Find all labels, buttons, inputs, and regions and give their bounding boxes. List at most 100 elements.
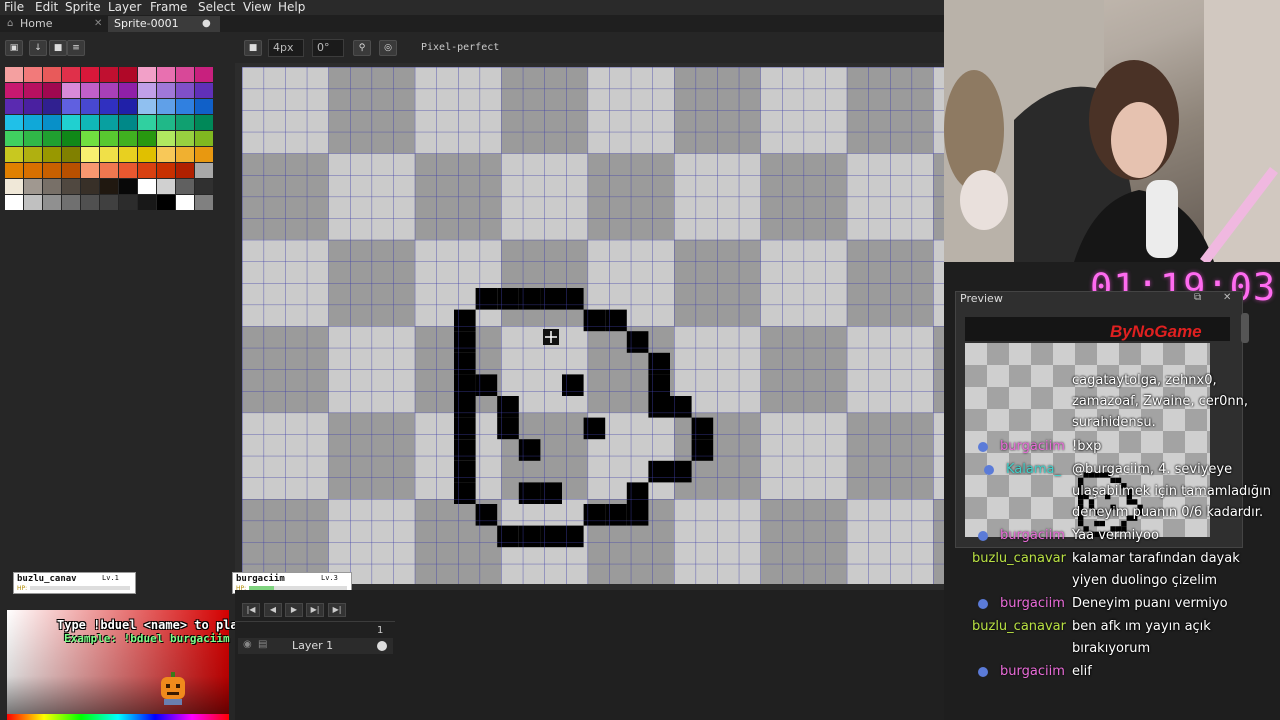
palette-swatch[interactable]	[138, 163, 156, 178]
menu-file[interactable]: File	[4, 0, 24, 15]
palette-swatch[interactable]	[138, 147, 156, 162]
maximize-icon[interactable]: ⧉	[1194, 292, 1201, 303]
pixel-perfect-icon[interactable]: ◎	[379, 40, 397, 56]
chat-username[interactable]: buzlu_canavar	[972, 551, 1066, 566]
palette-swatch[interactable]	[195, 83, 213, 98]
palette-swatch[interactable]	[119, 99, 137, 114]
frame-number[interactable]: 1	[377, 625, 383, 636]
prev-frame-icon[interactable]: ◀	[264, 603, 282, 617]
chat-username[interactable]: buzlu_canavar	[972, 619, 1066, 634]
palette-swatch[interactable]	[100, 67, 118, 82]
palette-swatch[interactable]	[176, 83, 194, 98]
palette-swatch[interactable]	[81, 67, 99, 82]
palette-swatch[interactable]	[81, 195, 99, 210]
palette-swatch[interactable]	[157, 99, 175, 114]
palette-swatch[interactable]	[100, 99, 118, 114]
palette-swatch[interactable]	[24, 195, 42, 210]
brush-size-field[interactable]: 4px	[268, 39, 304, 57]
palette-swatch[interactable]	[138, 115, 156, 130]
close-icon[interactable]: ✕	[1223, 292, 1231, 303]
palette-swatch[interactable]	[43, 195, 61, 210]
palette-swatch[interactable]	[119, 147, 137, 162]
sprite-canvas[interactable]	[242, 67, 944, 584]
palette-swatch[interactable]	[138, 67, 156, 82]
palette-swatch[interactable]	[176, 163, 194, 178]
palette-swatch[interactable]	[81, 147, 99, 162]
palette-swatch[interactable]	[62, 83, 80, 98]
palette-swatch[interactable]	[138, 179, 156, 194]
palette-swatch[interactable]	[138, 99, 156, 114]
stop-icon[interactable]: ■	[244, 40, 262, 56]
palette-swatch[interactable]	[119, 115, 137, 130]
palette-swatch[interactable]	[138, 83, 156, 98]
palette-swatch[interactable]	[100, 131, 118, 146]
palette-swatch[interactable]	[157, 115, 175, 130]
palette-swatch[interactable]	[5, 99, 23, 114]
palette-swatch[interactable]	[5, 179, 23, 194]
palette-swatch[interactable]	[119, 163, 137, 178]
palette-swatch[interactable]	[62, 147, 80, 162]
play-icon[interactable]: ▶	[285, 603, 303, 617]
tab-home[interactable]: ⌂ Home ✕	[2, 16, 124, 32]
palette-swatch[interactable]	[81, 131, 99, 146]
palette-swatch[interactable]	[119, 179, 137, 194]
palette-swatch[interactable]	[195, 131, 213, 146]
palette-swatch[interactable]	[195, 179, 213, 194]
palette-swatch[interactable]	[195, 115, 213, 130]
menu-select[interactable]: Select	[198, 0, 235, 15]
palette-swatch[interactable]	[195, 195, 213, 210]
palette-swatch[interactable]	[43, 83, 61, 98]
lock-icon[interactable]: ▤	[258, 639, 267, 650]
palette-swatch[interactable]	[81, 163, 99, 178]
palette-swatch[interactable]	[176, 115, 194, 130]
palette-swatch[interactable]	[24, 163, 42, 178]
palette-swatch[interactable]	[157, 179, 175, 194]
palette-swatch[interactable]	[43, 115, 61, 130]
palette-swatch[interactable]	[62, 131, 80, 146]
palette-swatch[interactable]	[43, 67, 61, 82]
menu-help[interactable]: Help	[278, 0, 305, 15]
palette-swatch[interactable]	[5, 195, 23, 210]
palette-swatch[interactable]	[24, 115, 42, 130]
palette-swatch[interactable]	[119, 195, 137, 210]
palette-swatch[interactable]	[138, 131, 156, 146]
palette-swatch[interactable]	[157, 83, 175, 98]
palette-swatch[interactable]	[5, 67, 23, 82]
palette-swatch[interactable]	[119, 67, 137, 82]
palette-swatch[interactable]	[176, 179, 194, 194]
first-frame-icon[interactable]: |◀	[242, 603, 260, 617]
menu-frame[interactable]: Frame	[150, 0, 187, 15]
palette-swatch[interactable]	[119, 83, 137, 98]
color-palette[interactable]	[5, 66, 217, 262]
chat-username[interactable]: Kalama_	[1006, 462, 1061, 477]
palette-swatch[interactable]	[195, 163, 213, 178]
palette-swatch[interactable]	[62, 115, 80, 130]
palette-swatch[interactable]	[62, 179, 80, 194]
palette-swatch[interactable]	[195, 99, 213, 114]
next-frame-icon[interactable]: ▶|	[306, 603, 324, 617]
palette-swatch[interactable]	[176, 131, 194, 146]
palette-swatch[interactable]	[62, 163, 80, 178]
palette-swatch[interactable]	[43, 131, 61, 146]
down-button[interactable]: ↓	[29, 40, 47, 56]
layer-lock-button[interactable]: ▣	[5, 40, 23, 56]
palette-swatch[interactable]	[176, 195, 194, 210]
palette-swatch[interactable]	[157, 67, 175, 82]
menu-layer[interactable]: Layer	[108, 0, 141, 15]
chat-username[interactable]: burgaciim	[1000, 439, 1065, 454]
menu-button[interactable]: ≡	[67, 40, 85, 56]
palette-swatch[interactable]	[43, 99, 61, 114]
palette-swatch[interactable]	[100, 147, 118, 162]
palette-swatch[interactable]	[176, 147, 194, 162]
palette-swatch[interactable]	[81, 83, 99, 98]
palette-swatch[interactable]	[24, 99, 42, 114]
palette-swatch[interactable]	[81, 115, 99, 130]
angle-field[interactable]: 0°	[312, 39, 344, 57]
palette-swatch[interactable]	[24, 131, 42, 146]
palette-swatch[interactable]	[62, 67, 80, 82]
palette-swatch[interactable]	[81, 99, 99, 114]
palette-swatch[interactable]	[43, 147, 61, 162]
preview-scrollbar[interactable]	[1241, 313, 1249, 343]
palette-swatch[interactable]	[157, 195, 175, 210]
palette-swatch[interactable]	[100, 115, 118, 130]
